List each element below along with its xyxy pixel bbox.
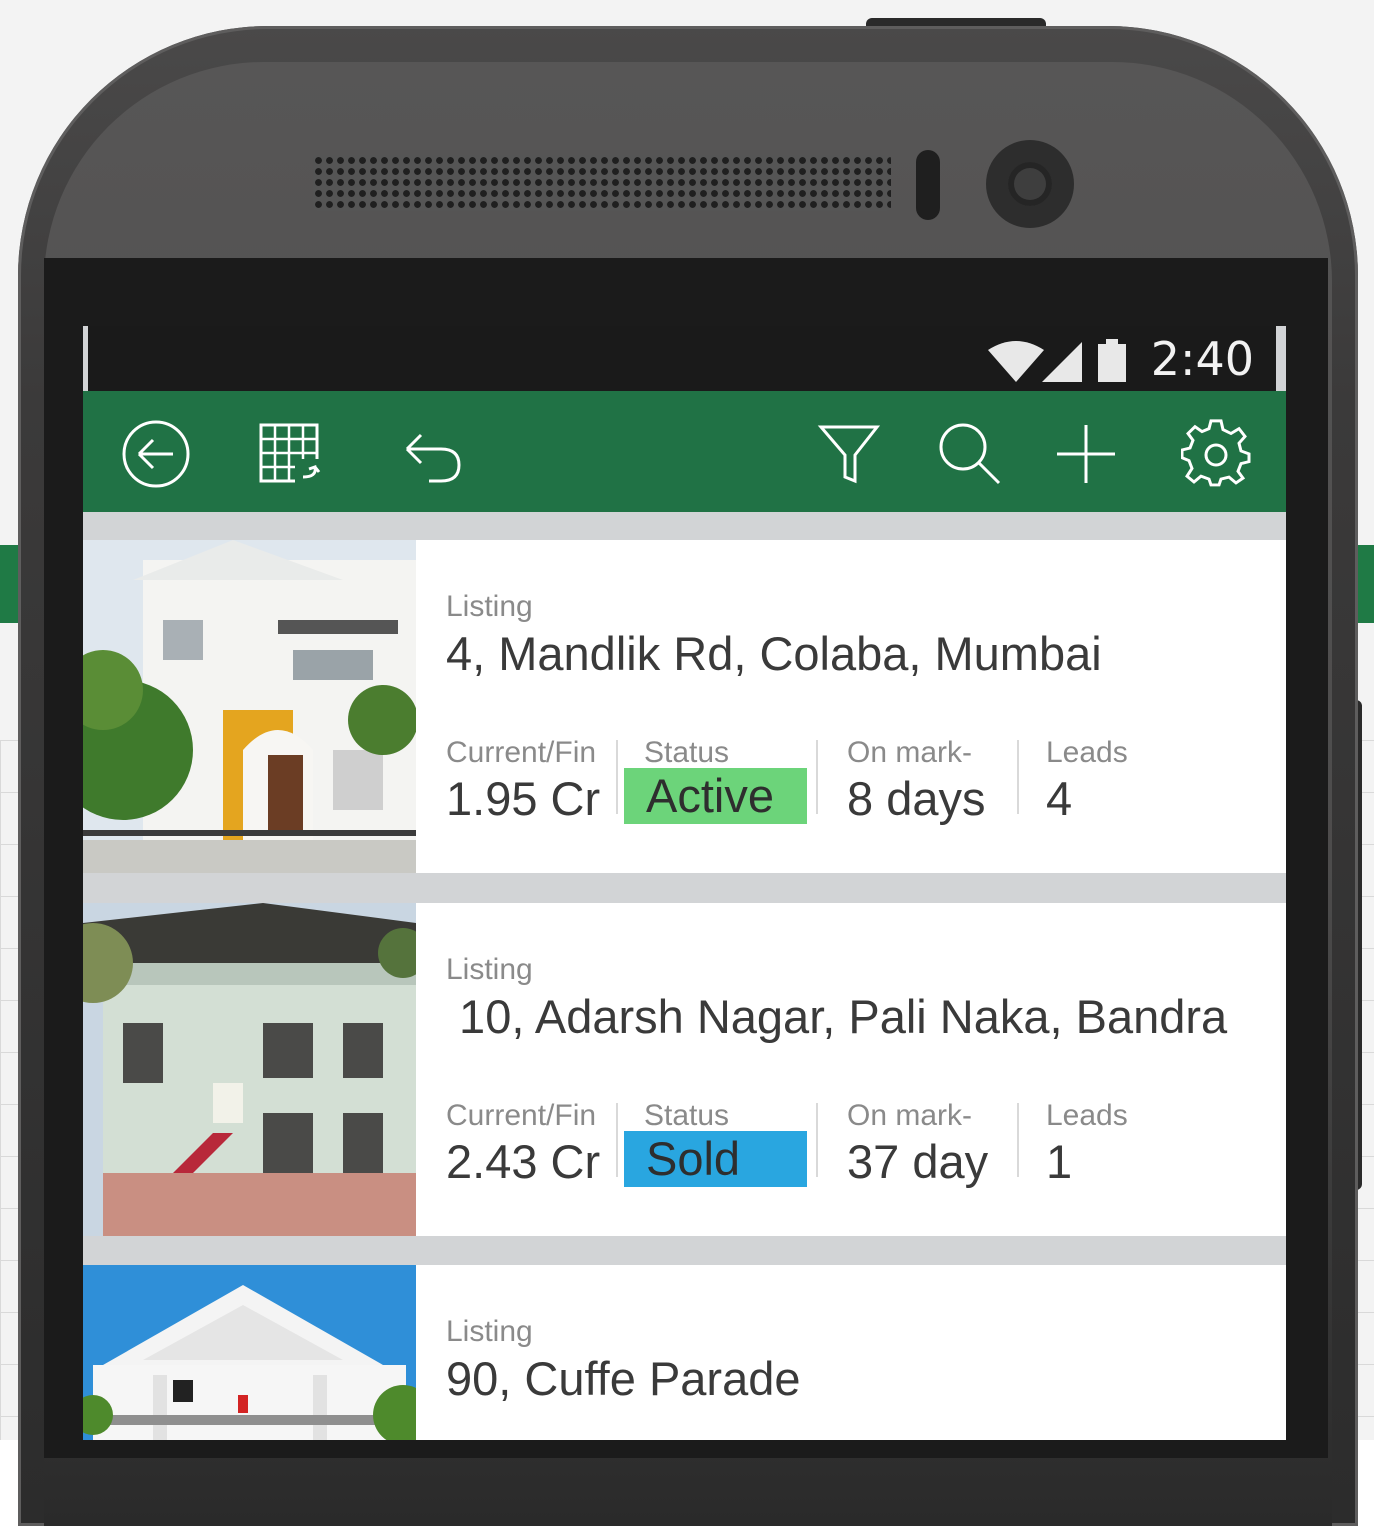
leads-stat: Leads 1 xyxy=(1046,1099,1128,1191)
listing-label: Listing xyxy=(446,1315,533,1348)
app-screen: 2:40 Listing 4, Mandlik Rd, Colaba, Mumb… xyxy=(83,326,1286,1440)
listing-card[interactable]: Listing 10, Adarsh Nagar, Pali Naka, Ban… xyxy=(83,903,1286,1236)
filter-icon xyxy=(817,425,881,484)
battery-icon xyxy=(1098,339,1126,382)
search-button[interactable] xyxy=(935,419,1005,489)
listing-address: 4, Mandlik Rd, Colaba, Mumbai xyxy=(446,627,1102,680)
sheet-icon xyxy=(259,423,325,485)
listing-address: 90, Cuffe Parade xyxy=(446,1352,801,1405)
status-badge: Active xyxy=(624,768,807,824)
listing-label: Listing xyxy=(446,953,533,986)
status-label: Status xyxy=(644,1099,730,1132)
back-button[interactable] xyxy=(121,419,191,489)
stat-divider xyxy=(1017,1103,1019,1177)
stat-divider xyxy=(616,740,618,814)
stat-divider xyxy=(816,740,818,814)
stat-divider xyxy=(616,1103,618,1177)
listing-card[interactable]: Listing 4, Mandlik Rd, Colaba, Mumbai Cu… xyxy=(83,540,1286,873)
listing-photo xyxy=(83,1265,416,1440)
signal-icon xyxy=(1042,342,1082,382)
listing-card[interactable]: Listing 90, Cuffe Parade xyxy=(83,1265,1286,1440)
sheet-view-button[interactable] xyxy=(259,419,329,489)
market-value: 37 day xyxy=(847,1135,989,1188)
market-value: 8 days xyxy=(847,772,986,825)
status-badge: Sold xyxy=(624,1131,807,1187)
listing-photo xyxy=(83,903,416,1236)
status-stat: Status Sold xyxy=(624,1099,807,1187)
filter-button[interactable] xyxy=(815,419,885,489)
add-button[interactable] xyxy=(1051,419,1121,489)
settings-button[interactable] xyxy=(1181,419,1251,489)
price-stat: Current/Fin 1.95 Cr xyxy=(446,736,600,828)
leads-label: Leads xyxy=(1046,1099,1128,1132)
price-stat: Current/Fin 2.43 Cr xyxy=(446,1099,600,1191)
speaker-grille xyxy=(313,155,891,211)
leads-value: 1 xyxy=(1046,1135,1073,1188)
listing-address: 10, Adarsh Nagar, Pali Naka, Bandra xyxy=(446,990,1228,1043)
listing-photo xyxy=(83,540,416,873)
wifi-icon xyxy=(988,341,1044,382)
search-icon xyxy=(939,423,1001,485)
status-icons xyxy=(986,338,1136,382)
market-label: On mark- xyxy=(847,736,973,769)
stat-divider xyxy=(816,1103,818,1177)
stat-divider xyxy=(1017,740,1019,814)
undo-button[interactable] xyxy=(399,419,469,489)
market-stat: On mark- 8 days xyxy=(847,736,985,828)
undo-icon xyxy=(405,433,461,483)
price-value: 1.95 Cr xyxy=(446,772,601,825)
proximity-sensor xyxy=(916,150,940,220)
front-camera xyxy=(986,140,1074,228)
price-label: Current/Fin xyxy=(446,736,597,769)
back-icon xyxy=(122,420,190,488)
status-label: Status xyxy=(644,736,730,769)
status-bar: 2:40 xyxy=(88,326,1276,391)
market-label: On mark- xyxy=(847,1099,973,1132)
app-toolbar xyxy=(83,391,1286,512)
add-icon xyxy=(1057,425,1115,483)
price-label: Current/Fin xyxy=(446,1099,597,1132)
settings-icon xyxy=(1181,419,1251,487)
price-value: 2.43 Cr xyxy=(446,1135,601,1188)
leads-value: 4 xyxy=(1046,772,1073,825)
leads-stat: Leads 4 xyxy=(1046,736,1128,828)
listing-label: Listing xyxy=(446,590,533,623)
leads-label: Leads xyxy=(1046,736,1128,769)
status-time: 2:40 xyxy=(1150,332,1254,386)
status-stat: Status Active xyxy=(624,736,807,824)
market-stat: On mark- 37 day xyxy=(847,1099,988,1191)
